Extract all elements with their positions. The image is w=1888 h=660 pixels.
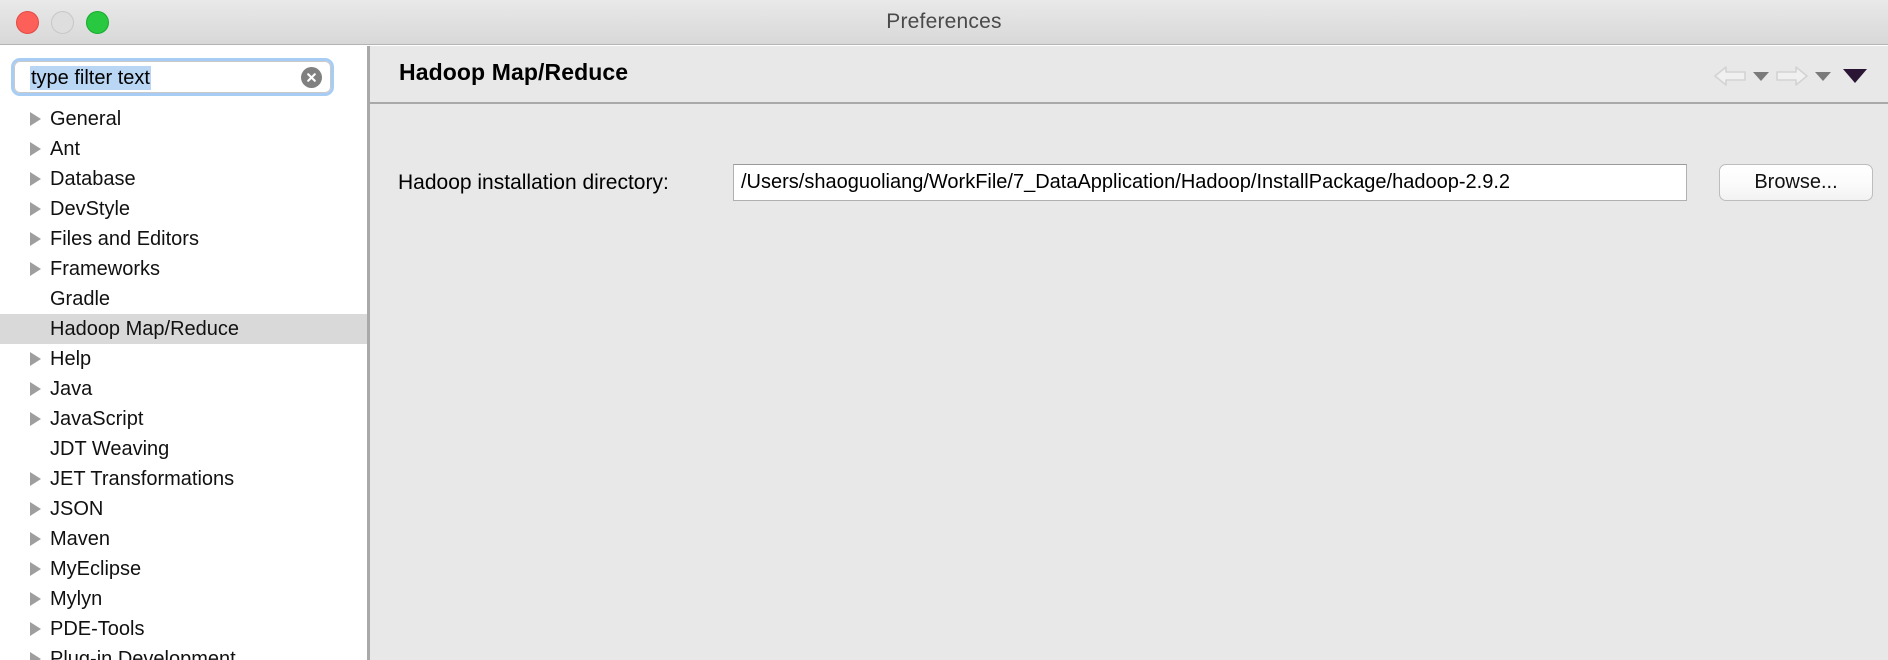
expand-triangle-icon[interactable] <box>30 592 41 606</box>
page-title: Hadoop Map/Reduce <box>399 59 629 85</box>
tree-item-label: DevStyle <box>50 198 131 220</box>
filter-input[interactable]: type filter text <box>30 66 151 90</box>
preferences-tree[interactable]: General Ant Database DevStyle Files and Edit… <box>0 104 367 660</box>
forward-history-chevron-down-icon[interactable] <box>1812 61 1834 91</box>
tree-item[interactable]: Maven <box>0 524 367 554</box>
preferences-sidebar: type filter text General Ant Database DevSt… <box>0 46 367 660</box>
expand-triangle-icon[interactable] <box>30 112 41 126</box>
preference-page: Hadoop Map/Reduce Hadoop installation di… <box>370 46 1888 660</box>
tree-item[interactable]: Hadoop Map/Reduce <box>0 314 367 344</box>
tree-item[interactable]: Frameworks <box>0 254 367 284</box>
expand-triangle-icon[interactable] <box>30 202 41 216</box>
back-arrow-icon[interactable] <box>1710 61 1750 91</box>
expand-triangle-icon[interactable] <box>30 352 41 366</box>
tree-item-label: Java <box>50 378 93 400</box>
expand-triangle-icon[interactable] <box>30 532 41 546</box>
expand-triangle-icon[interactable] <box>30 622 41 636</box>
tree-item[interactable]: JDT Weaving <box>0 434 367 464</box>
back-history-chevron-down-icon[interactable] <box>1750 61 1772 91</box>
expand-triangle-icon[interactable] <box>30 412 41 426</box>
chevron-down-glyph <box>1815 71 1831 81</box>
browse-button[interactable]: Browse... <box>1719 164 1873 201</box>
hadoop-install-directory-label: Hadoop installation directory: <box>398 171 669 194</box>
tree-item[interactable]: Ant <box>0 134 367 164</box>
page-header: Hadoop Map/Reduce <box>370 46 1888 102</box>
tree-item-label: Database <box>50 168 136 190</box>
tree-item-label: Frameworks <box>50 258 161 280</box>
tree-item-label: Ant <box>50 138 81 160</box>
tree-item[interactable]: MyEclipse <box>0 554 367 584</box>
tree-item-label: Files and Editors <box>50 228 199 250</box>
view-menu-triangle-glyph <box>1843 69 1867 83</box>
tree-item-label: JET Transformations <box>50 468 235 490</box>
forward-arrow-icon[interactable] <box>1772 61 1812 91</box>
tree-item-label: Help <box>50 348 92 370</box>
tree-item[interactable]: JET Transformations <box>0 464 367 494</box>
tree-item-label: General <box>50 108 122 130</box>
window-titlebar: Preferences <box>0 0 1888 45</box>
tree-item-label: Plug-in Development <box>50 648 236 660</box>
expand-triangle-icon[interactable] <box>30 652 41 660</box>
tree-item[interactable]: JavaScript <box>0 404 367 434</box>
header-separator <box>370 102 1888 104</box>
tree-item[interactable]: Plug-in Development <box>0 644 367 660</box>
expand-triangle-icon[interactable] <box>30 232 41 246</box>
tree-item-label: PDE-Tools <box>50 618 145 640</box>
hadoop-install-directory-row: Hadoop installation directory: /Users/sh… <box>370 164 1888 204</box>
tree-item[interactable]: DevStyle <box>0 194 367 224</box>
window-title: Preferences <box>886 10 1002 33</box>
tree-item-label: MyEclipse <box>50 558 142 580</box>
preferences-window: Preferences type filter text General Ant D… <box>0 0 1888 660</box>
tree-item[interactable]: Help <box>0 344 367 374</box>
view-menu-triangle-icon[interactable] <box>1840 61 1870 91</box>
tree-item[interactable]: Files and Editors <box>0 224 367 254</box>
tree-item-label: Mylyn <box>50 588 103 610</box>
hadoop-install-directory-input[interactable]: /Users/shaoguoliang/WorkFile/7_DataAppli… <box>733 164 1687 201</box>
filter-field-wrapper[interactable]: type filter text <box>11 58 334 96</box>
tree-item[interactable]: Java <box>0 374 367 404</box>
expand-triangle-icon[interactable] <box>30 142 41 156</box>
tree-item-label: JDT Weaving <box>50 438 170 460</box>
expand-triangle-icon[interactable] <box>30 502 41 516</box>
tree-item-label: Hadoop Map/Reduce <box>50 318 240 340</box>
expand-triangle-icon[interactable] <box>30 472 41 486</box>
page-navigation-toolbar <box>1710 60 1870 92</box>
chevron-down-glyph <box>1753 71 1769 81</box>
clear-circle-icon[interactable] <box>301 67 322 88</box>
tree-item[interactable]: General <box>0 104 367 134</box>
expand-triangle-icon[interactable] <box>30 172 41 186</box>
expand-triangle-icon[interactable] <box>30 562 41 576</box>
tree-item[interactable]: Database <box>0 164 367 194</box>
expand-triangle-icon[interactable] <box>30 382 41 396</box>
tree-item-label: JSON <box>50 498 104 520</box>
tree-item[interactable]: PDE-Tools <box>0 614 367 644</box>
tree-item[interactable]: Mylyn <box>0 584 367 614</box>
tree-item-label: Maven <box>50 528 111 550</box>
tree-item[interactable]: Gradle <box>0 284 367 314</box>
expand-triangle-icon[interactable] <box>30 262 41 276</box>
tree-item-label: JavaScript <box>50 408 144 430</box>
tree-item-label: Gradle <box>50 288 111 310</box>
tree-item[interactable]: JSON <box>0 494 367 524</box>
